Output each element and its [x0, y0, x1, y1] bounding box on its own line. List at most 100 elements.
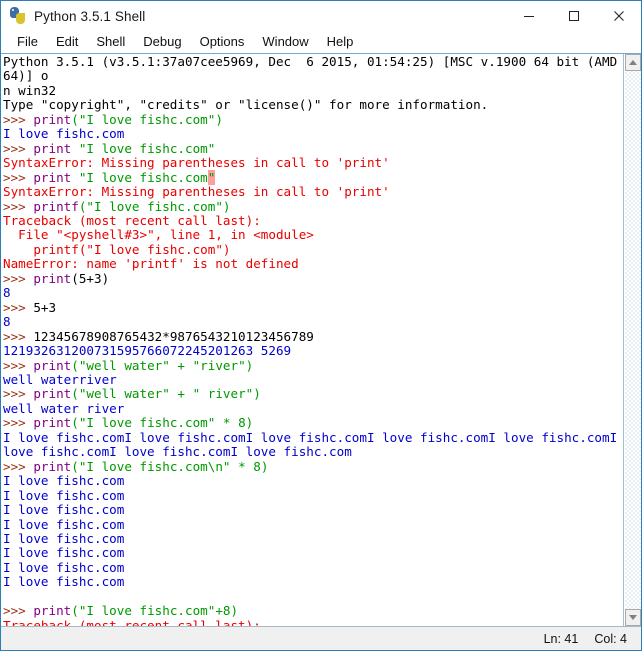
menu-item-window[interactable]: Window	[253, 33, 317, 51]
keyword-text: print	[33, 357, 72, 373]
prompt-text: >>>	[3, 386, 34, 402]
string-text: ("I love fishc.com")	[71, 111, 223, 127]
keyword-text: print	[33, 415, 72, 431]
string-text: ("well water" + "river")	[71, 357, 254, 373]
error-text: SyntaxError: Missing parentheses in call…	[3, 155, 390, 171]
error-text: NameError: name 'printf' is not defined	[3, 256, 299, 272]
shell-line-e21: well water river	[3, 400, 623, 416]
shell-banner-line: Type "copyright", "credits" or "license(…	[3, 98, 623, 112]
status-bar: Ln: 41 Col: 4	[1, 626, 641, 650]
menu-item-debug[interactable]: Debug	[134, 33, 190, 51]
shell-line-e4: SyntaxError: Missing parentheses in call…	[3, 155, 623, 171]
maximize-button[interactable]	[551, 1, 596, 31]
output-text: I love fishc.com	[3, 559, 125, 575]
menu-item-options[interactable]: Options	[191, 33, 254, 51]
shell-line-e11: NameError: name 'printf' is not defined	[3, 257, 623, 271]
output-text: 121932631200731595766072245201263 5269	[3, 343, 292, 359]
string-text: ("I love fishc.com"+8)	[71, 603, 239, 619]
string-text: ("I love fishc.com\n" * 8)	[71, 458, 269, 474]
title-bar: Python 3.5.1 Shell	[1, 1, 641, 31]
output-text: I love fishc.com	[3, 545, 125, 561]
minimize-button[interactable]	[506, 1, 551, 31]
shell-line-e29: I love fishc.com	[3, 531, 623, 546]
python-idle-shell-window: Python 3.5.1 Shell File Edit Shell Debug…	[0, 0, 642, 651]
shell-line-e14: >>> 5+3	[3, 299, 623, 315]
vertical-scrollbar[interactable]	[624, 54, 641, 626]
shell-line-e19: well waterriver	[3, 372, 623, 387]
scroll-down-arrow-icon[interactable]	[625, 609, 641, 626]
shell-text[interactable]: Python 3.5.1 (v3.5.1:37a07cee5969, Dec 6…	[1, 54, 623, 626]
keyword-text: print	[33, 270, 72, 286]
shell-line-e32: I love fishc.com	[3, 575, 623, 589]
keyword-text: print	[33, 458, 72, 474]
string-text: ("well water" + " river")	[71, 386, 261, 402]
error-text: SyntaxError: Missing parentheses in call…	[3, 184, 390, 200]
plain-text: (5+3)	[71, 270, 110, 286]
plain-text: 5+3	[33, 299, 57, 315]
prompt-text: >>>	[3, 270, 34, 286]
shell-content-area: Python 3.5.1 (v3.5.1:37a07cee5969, Dec 6…	[1, 53, 641, 626]
error-text: Traceback (most recent call last):	[3, 212, 261, 228]
prompt-text: >>>	[3, 357, 34, 373]
shell-text-viewport[interactable]: Python 3.5.1 (v3.5.1:37a07cee5969, Dec 6…	[1, 54, 624, 626]
shell-line-e34: >>> print("I love fishc.com"+8)	[3, 603, 623, 619]
shell-line-e15: 8	[3, 314, 623, 330]
output-text: 8	[3, 314, 11, 330]
shell-line-e1: >>> print("I love fishc.com")	[3, 111, 623, 127]
keyword-text: print	[33, 386, 72, 402]
keyword-text: printf	[33, 198, 79, 214]
menu-item-edit[interactable]: Edit	[47, 33, 87, 51]
string-text: ("I love fishc.com" * 8)	[71, 415, 254, 431]
window-title: Python 3.5.1 Shell	[34, 8, 146, 24]
prompt-text: >>>	[3, 169, 34, 185]
menu-item-shell[interactable]: Shell	[87, 33, 134, 51]
close-button[interactable]	[596, 1, 641, 31]
string-text: ("I love fishc.com")	[78, 198, 231, 214]
prompt-text: >>>	[3, 328, 34, 344]
shell-line-e31: I love fishc.com	[3, 559, 623, 575]
keyword-text: print	[33, 169, 72, 185]
window-controls	[506, 1, 641, 31]
shell-line-e5: >>> print "I love fishc.com"	[3, 169, 623, 185]
status-column-indicator: Col: 4	[594, 631, 627, 646]
string-text: "I love fishc.com"	[71, 140, 216, 156]
prompt-text: >>>	[3, 111, 34, 127]
shell-line-e25: I love fishc.com	[3, 473, 623, 488]
shell-line-e7: >>> printf("I love fishc.com")	[3, 198, 623, 214]
prompt-text: >>>	[3, 458, 34, 474]
shell-line-e12: >>> print(5+3)	[3, 270, 623, 286]
shell-banner-line: n win32	[3, 83, 623, 98]
shell-line-e35: Traceback (most recent call last):	[3, 618, 623, 626]
menu-bar: File Edit Shell Debug Options Window Hel…	[1, 31, 641, 53]
shell-line-e6: SyntaxError: Missing parentheses in call…	[3, 184, 623, 200]
keyword-text: print	[33, 111, 72, 127]
shell-line-e33	[3, 590, 623, 604]
output-text: I love fishc.comI love fishc.comI love f…	[3, 429, 618, 460]
prompt-text: >>>	[3, 198, 34, 214]
shell-line-e23: I love fishc.comI love fishc.comI love f…	[3, 429, 623, 460]
banner-text: Type "copyright", "credits" or "license(…	[3, 97, 489, 113]
shell-line-e17: 121932631200731595766072245201263 5269	[3, 343, 623, 359]
status-line-indicator: Ln: 41	[543, 631, 579, 646]
prompt-text: >>>	[3, 299, 34, 315]
shell-line-e9: File "<pyshell#3>", line 1, in <module>	[3, 228, 623, 242]
shell-line-e2: I love fishc.com	[3, 127, 623, 141]
output-text: well water river	[3, 400, 125, 416]
shell-line-e24: >>> print("I love fishc.com\n" * 8)	[3, 458, 623, 474]
banner-text: Python 3.5.1 (v3.5.1:37a07cee5969, Dec 6…	[3, 54, 618, 84]
scrollbar-track[interactable]	[625, 71, 641, 609]
keyword-text: print	[33, 603, 72, 619]
shell-line-e28: I love fishc.com	[3, 517, 623, 532]
shell-line-e20: >>> print("well water" + " river")	[3, 387, 623, 401]
shell-line-e13: 8	[3, 286, 623, 300]
shell-banner-line: Python 3.5.1 (v3.5.1:37a07cee5969, Dec 6…	[3, 54, 623, 84]
prompt-text: >>>	[3, 603, 34, 619]
menu-item-file[interactable]: File	[8, 33, 47, 51]
syntax-error-marker: "	[207, 169, 216, 185]
shell-line-e18: >>> print("well water" + "river")	[3, 357, 623, 373]
output-text: 8	[3, 285, 11, 301]
scroll-up-arrow-icon[interactable]	[625, 54, 641, 71]
menu-item-help[interactable]: Help	[318, 33, 363, 51]
error-text: File "<pyshell#3>", line 1, in <module>	[3, 227, 314, 243]
shell-line-e30: I love fishc.com	[3, 546, 623, 560]
